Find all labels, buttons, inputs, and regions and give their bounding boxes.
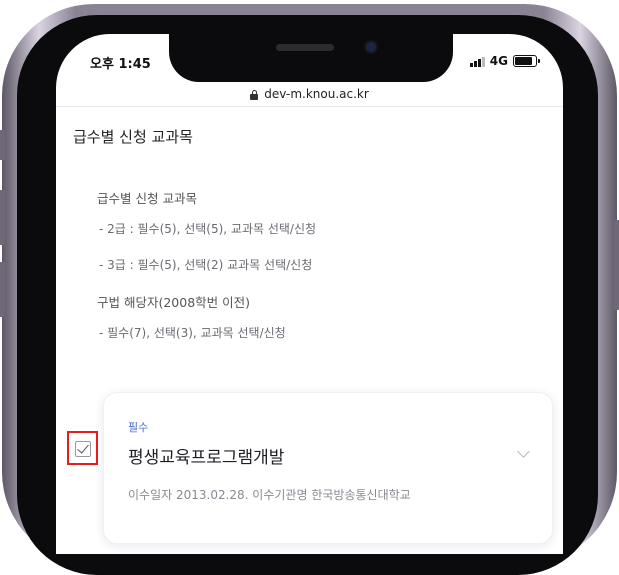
network-label: 4G [489,54,508,68]
course-checkbox[interactable] [75,441,91,457]
info-old-heading: 구법 해당자(2008학번 이전) [97,295,251,310]
info-grade2: - 2급 : 필수(5), 선택(5), 교과목 선택/신청 [99,222,317,236]
info-old-rule: - 필수(7), 선택(3), 교과목 선택/신청 [99,326,286,340]
front-camera [366,42,376,52]
url-text: dev-m.knou.ac.kr [264,87,369,101]
course-meta: 이수일자 2013.02.28. 이수기관명 한국방송통신대학교 [128,488,411,502]
signal-icon [469,56,485,67]
course-checkbox-highlight [67,431,98,465]
address-bar[interactable]: dev-m.knou.ac.kr [56,82,563,106]
phone-screen: 오후 1:45 4G dev-m.knou.ac.kr 급수별 신청 교과목 급… [56,34,563,554]
check-icon [77,441,89,454]
status-time: 오후 1:45 [90,57,151,72]
required-badge: 필수 [128,421,149,434]
battery-icon [513,55,540,67]
speaker [276,44,334,51]
course-title: 평생교육프로그램개발 [128,448,285,468]
status-indicators: 4G [469,54,540,68]
lock-icon [250,90,259,100]
course-card[interactable]: 필수 평생교육프로그램개발 이수일자 2013.02.28. 이수기관명 한국방… [103,392,553,544]
header-divider [56,106,563,107]
info-heading: 급수별 신청 교과목 [97,191,197,206]
notch [169,34,453,82]
mute-switch [0,130,5,160]
section-title: 급수별 신청 교과목 [73,128,193,146]
volume-down-button [0,262,5,317]
chevron-down-icon[interactable] [517,445,530,458]
volume-up-button [0,190,5,245]
power-button [614,220,619,310]
info-grade3: - 3급 : 필수(5), 선택(2) 교과목 선택/신청 [99,258,313,272]
